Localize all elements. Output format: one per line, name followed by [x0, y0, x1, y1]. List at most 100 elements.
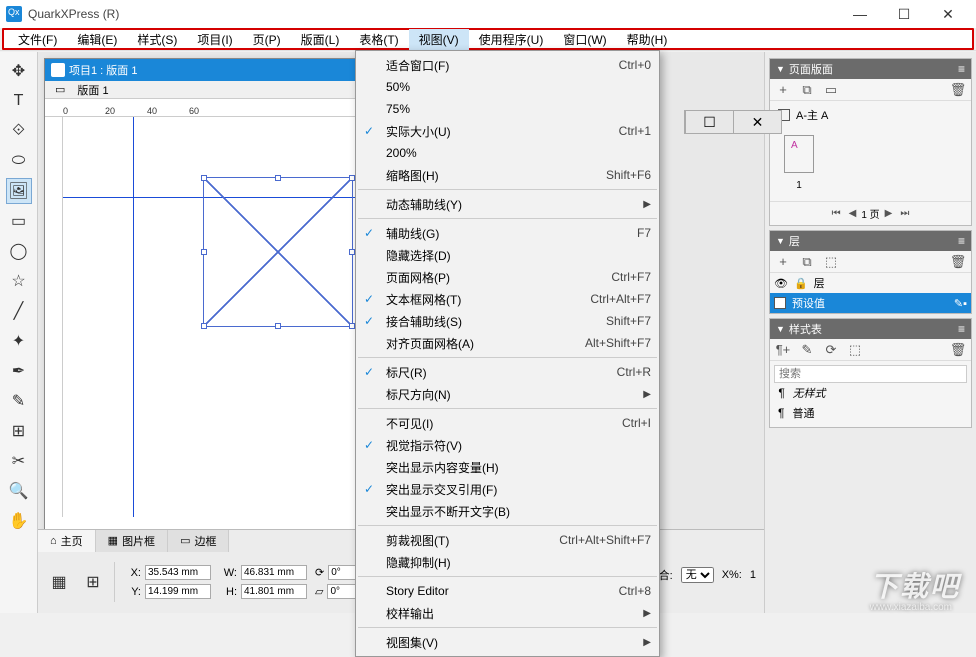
merge-layer-icon[interactable]: ⧉ [798, 253, 816, 271]
master-page-label[interactable]: A-主 A [796, 107, 828, 123]
layer-option-icon[interactable]: ⬚ [822, 253, 840, 271]
menu-item-project[interactable]: 项目(I) [187, 29, 242, 50]
menu-item[interactable]: ✓标尺(R)Ctrl+R [356, 361, 659, 383]
menu-item[interactable]: 隐藏抑制(H) [356, 551, 659, 573]
menu-item[interactable]: 50% [356, 76, 659, 98]
menu-item[interactable]: 突出显示内容变量(H) [356, 456, 659, 478]
page-nav-last-icon[interactable]: ⏭ [897, 208, 912, 219]
h-input[interactable] [241, 584, 307, 599]
menu-layout[interactable]: 版面(L) [291, 29, 350, 50]
menu-help[interactable]: 帮助(H) [617, 29, 678, 50]
pencil-tool-icon[interactable]: ✎ [6, 388, 32, 414]
image-tool-icon[interactable]: 🖼 [6, 178, 32, 204]
pan-tool-icon[interactable]: ✋ [6, 508, 32, 534]
panel-menu-icon[interactable]: ≡ [958, 322, 965, 336]
panel-menu-icon[interactable]: ≡ [958, 234, 965, 248]
menu-page[interactable]: 页(P) [243, 29, 291, 50]
menu-item[interactable]: 动态辅助线(Y)▶ [356, 193, 659, 215]
link-tool-icon[interactable]: ⟐ [6, 118, 32, 144]
menu-window[interactable]: 窗口(W) [553, 29, 616, 50]
menu-item[interactable]: 适合窗口(F)Ctrl+0 [356, 54, 659, 76]
page-options-icon[interactable]: ▭ [822, 81, 840, 99]
menu-edit[interactable]: 编辑(E) [67, 29, 127, 50]
rect-tool-icon[interactable]: ▭ [6, 208, 32, 234]
anchor-tool-icon[interactable]: ✦ [6, 328, 32, 354]
minimize-button[interactable]: — [838, 0, 882, 28]
maximize-button[interactable]: ☐ [882, 0, 926, 28]
text-tool-icon[interactable]: T [6, 88, 32, 114]
edit-layer-icon[interactable]: ✎▪ [954, 297, 967, 310]
menu-item[interactable]: ✓接合辅助线(S)Shift+F7 [356, 310, 659, 332]
menu-table[interactable]: 表格(T) [349, 29, 408, 50]
duplicate-page-icon[interactable]: ⧉ [798, 81, 816, 99]
guide-vertical[interactable] [133, 117, 134, 517]
menu-view[interactable]: 视图(V) [409, 29, 469, 50]
x-input[interactable] [145, 565, 211, 580]
bezier-tool-icon[interactable]: ✒ [6, 358, 32, 384]
menu-item[interactable]: ✓文本框网格(T)Ctrl+Alt+F7 [356, 288, 659, 310]
grid-icon[interactable]: ⊞ [80, 569, 106, 595]
move-tool-icon[interactable]: ✥ [6, 58, 32, 84]
lock-icon[interactable]: 🔒 [794, 277, 808, 290]
tab-home[interactable]: ⌂主页 [38, 530, 96, 552]
menu-item[interactable]: 隐藏选择(D) [356, 244, 659, 266]
box-icon[interactable]: ▦ [46, 569, 72, 595]
selected-image-box[interactable] [203, 177, 353, 327]
menu-item[interactable]: ✓视觉指示符(V) [356, 434, 659, 456]
shape-tool-icon[interactable]: ⬭ [6, 148, 32, 174]
menu-file[interactable]: 文件(F) [8, 29, 67, 50]
scissors-tool-icon[interactable]: ✂ [6, 448, 32, 474]
menu-item[interactable]: 突出显示不断开文字(B) [356, 500, 659, 522]
menu-item[interactable]: 标尺方向(N)▶ [356, 383, 659, 405]
table-tool-icon[interactable]: ⊞ [6, 418, 32, 444]
style-search-input[interactable] [774, 365, 967, 383]
menu-style[interactable]: 样式(S) [127, 29, 187, 50]
menu-item[interactable]: 页面网格(P)Ctrl+F7 [356, 266, 659, 288]
page-thumbnail[interactable]: A [784, 135, 814, 173]
secondary-maximize-button[interactable]: ☐ [685, 111, 733, 133]
secondary-close-button[interactable]: ✕ [733, 111, 781, 133]
fit-select[interactable]: 无 [681, 567, 714, 583]
close-button[interactable]: ✕ [926, 0, 970, 28]
edit-style-icon[interactable]: ✎ [798, 341, 816, 359]
menu-item[interactable]: 不可见(I)Ctrl+I [356, 412, 659, 434]
delete-layer-icon[interactable]: 🗑 [949, 253, 967, 271]
zoom-tool-icon[interactable]: 🔍 [6, 478, 32, 504]
canvas[interactable] [63, 117, 359, 517]
menu-item[interactable]: 校样输出▶ [356, 602, 659, 624]
style-row[interactable]: ¶ 普通 [774, 403, 967, 423]
add-page-icon[interactable]: + [774, 81, 792, 99]
update-style-icon[interactable]: ⟳ [822, 341, 840, 359]
menu-item[interactable]: 缩略图(H)Shift+F6 [356, 164, 659, 186]
style-option-icon[interactable]: ⬚ [846, 341, 864, 359]
doc-tab[interactable]: 版面 1 [71, 82, 114, 98]
page-nav-first-icon[interactable]: ⏮ [829, 208, 844, 219]
circle-tool-icon[interactable]: ◯ [6, 238, 32, 264]
menu-item[interactable]: ✓辅助线(G)F7 [356, 222, 659, 244]
line-tool-icon[interactable]: ╱ [6, 298, 32, 324]
style-row[interactable]: ¶ 无样式 [774, 383, 967, 403]
page-nav-prev-icon[interactable]: ◀ [846, 208, 860, 219]
tab-image-frame[interactable]: ▦图片框 [96, 530, 168, 552]
menu-item[interactable]: 200% [356, 142, 659, 164]
page-nav-next-icon[interactable]: ▶ [882, 208, 896, 219]
menu-item[interactable]: 剪裁视图(T)Ctrl+Alt+Shift+F7 [356, 529, 659, 551]
tab-border[interactable]: ▭边框 [168, 530, 229, 552]
w-input[interactable] [241, 565, 307, 580]
layer-row[interactable]: 👁 🔒 层 [770, 273, 971, 293]
add-style-icon[interactable]: ¶+ [774, 341, 792, 359]
menu-item[interactable]: 75% [356, 98, 659, 120]
y-input[interactable] [145, 584, 211, 599]
menu-item[interactable]: 视图集(V)▶ [356, 631, 659, 653]
layer-row[interactable]: 预设值 ✎▪ [770, 293, 971, 313]
menu-utilities[interactable]: 使用程序(U) [469, 29, 554, 50]
delete-page-icon[interactable]: 🗑 [949, 81, 967, 99]
star-tool-icon[interactable]: ☆ [6, 268, 32, 294]
visibility-icon[interactable]: 👁 [774, 277, 788, 290]
menu-item[interactable]: ✓突出显示交叉引用(F) [356, 478, 659, 500]
delete-style-icon[interactable]: 🗑 [949, 341, 967, 359]
menu-item[interactable]: 对齐页面网格(A)Alt+Shift+F7 [356, 332, 659, 354]
menu-item[interactable]: ✓实际大小(U)Ctrl+1 [356, 120, 659, 142]
add-layer-icon[interactable]: + [774, 253, 792, 271]
panel-menu-icon[interactable]: ≡ [958, 62, 965, 76]
